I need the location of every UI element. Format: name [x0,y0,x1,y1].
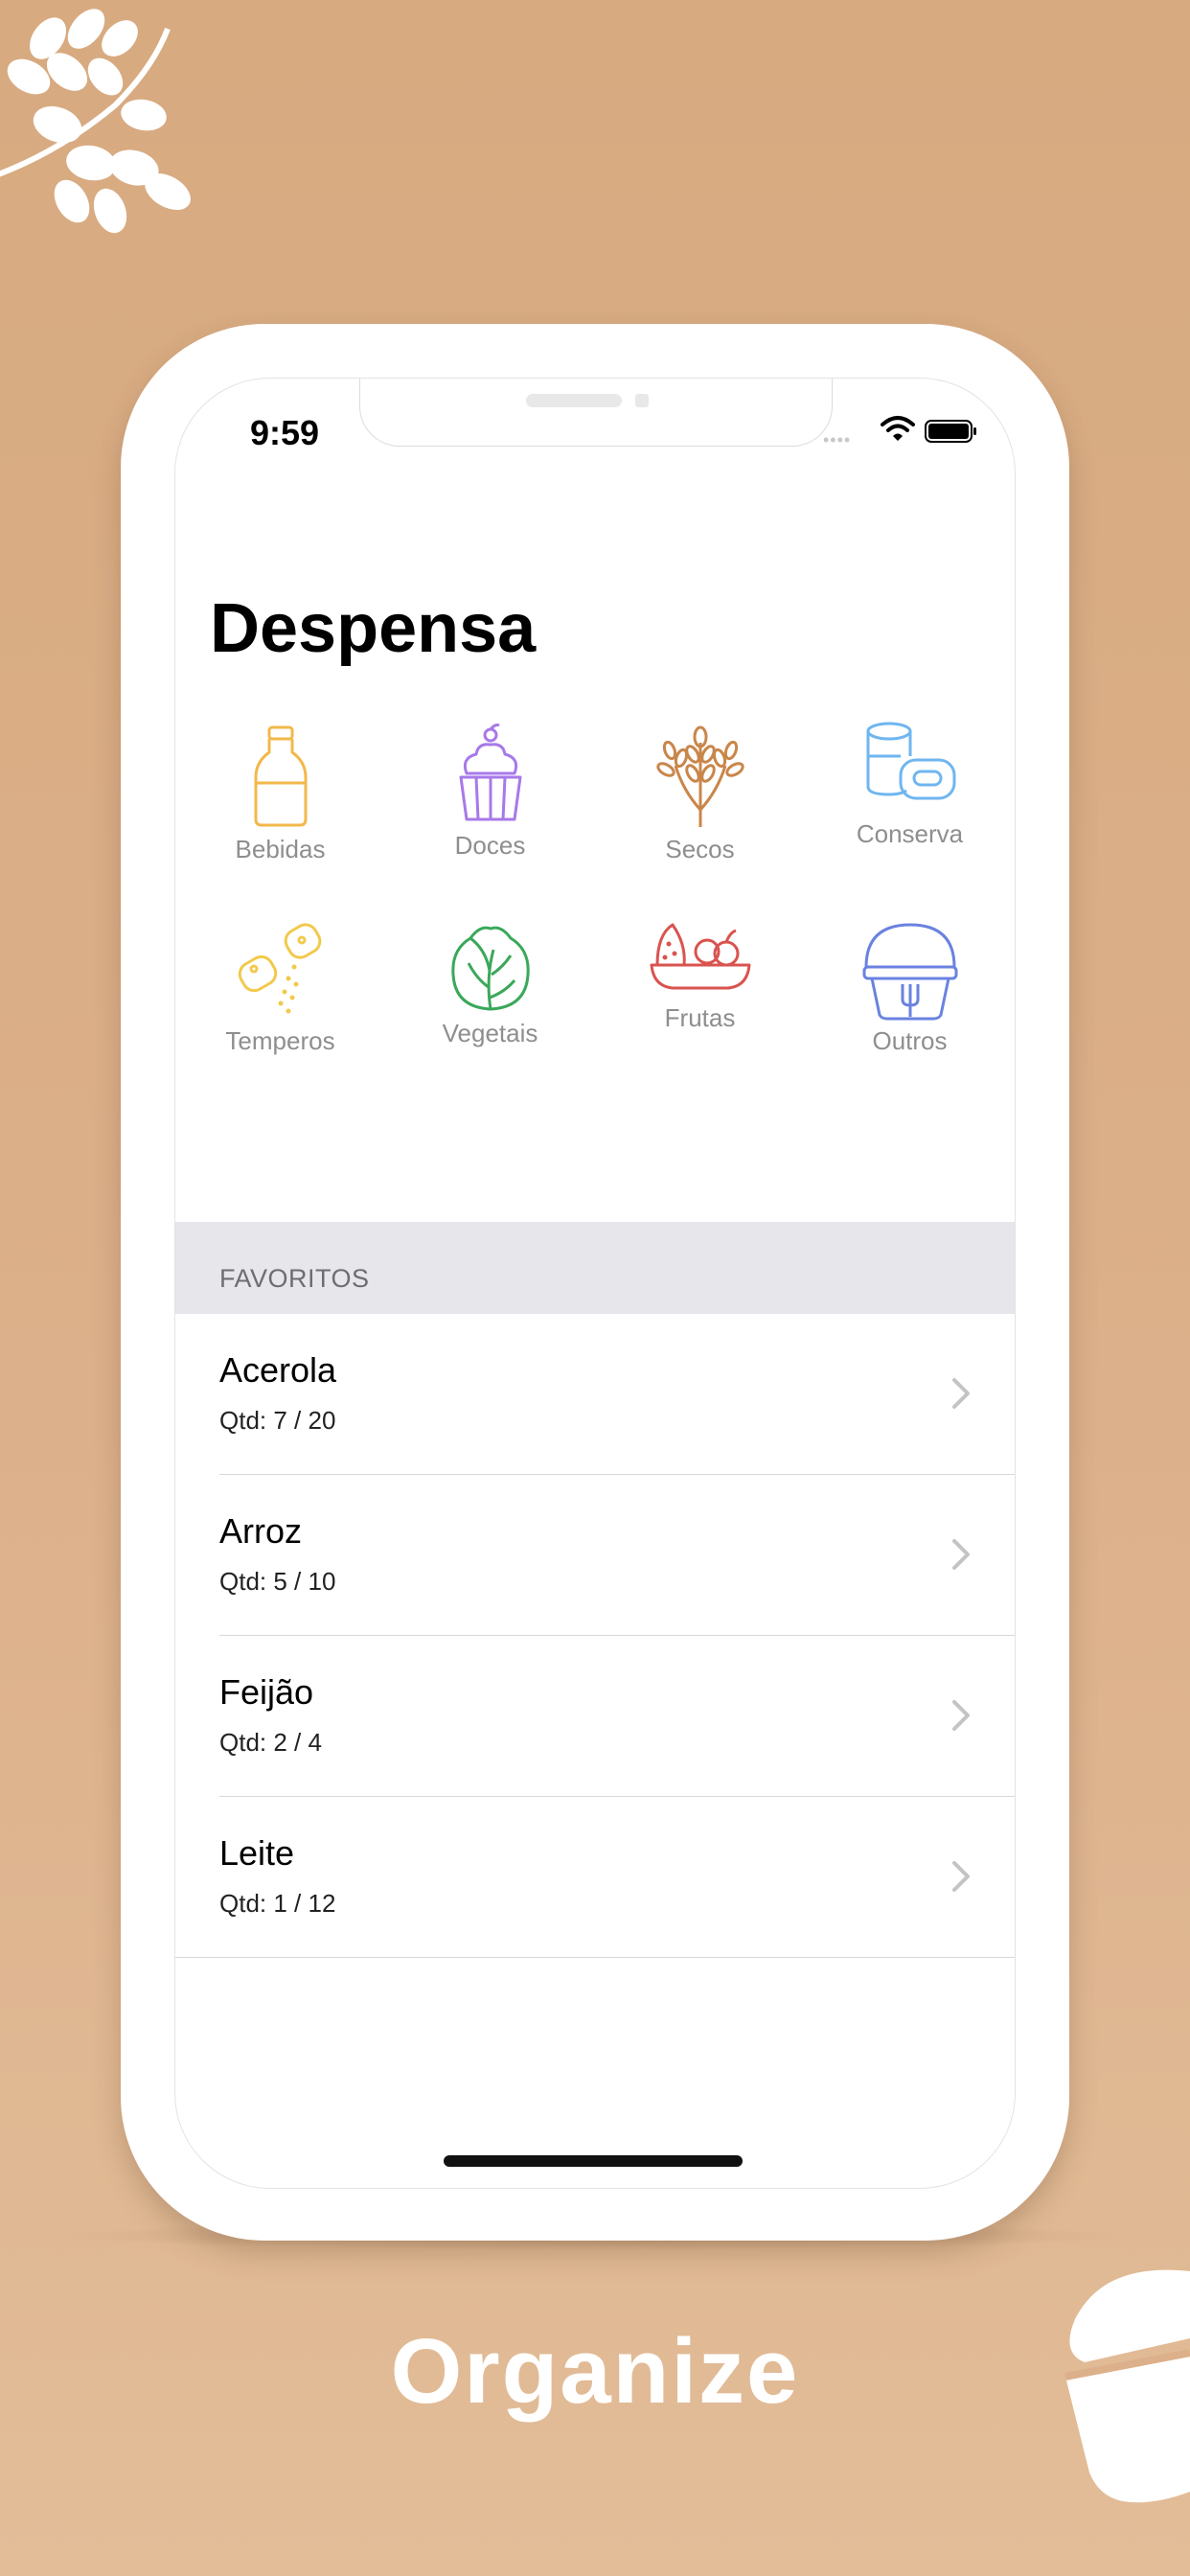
milk-bottle-icon [254,725,307,827]
category-bebidas[interactable]: Bebidas [175,724,385,896]
lunchbox-icon [862,923,957,1021]
category-label: Bebidas [235,835,326,863]
chevron-right-icon [952,1700,970,1731]
list-item[interactable]: Arroz Qtd: 5 / 10 [175,1475,1015,1636]
favorites-list: Acerola Qtd: 7 / 20 Arroz Qtd: 5 / 10 Fe… [175,1314,1015,1958]
salt-pepper-icon [238,923,321,1014]
category-secos[interactable]: Secos [595,724,805,896]
list-item[interactable]: Feijão Qtd: 2 / 4 [175,1636,1015,1797]
home-indicator[interactable] [444,2155,743,2167]
item-name: Leite [219,1833,295,1873]
category-label: Frutas [664,1003,736,1032]
speaker [526,394,622,407]
chevron-right-icon [952,1539,970,1570]
item-quantity: Qtd: 1 / 12 [219,1889,336,1918]
favorites-header: FAVORITOS [175,1222,1015,1314]
list-item[interactable]: Acerola Qtd: 7 / 20 [175,1314,1015,1475]
category-doces[interactable]: Doces [385,724,595,896]
category-grid: Bebidas Doces Secos Conserva Temperos Ve… [175,722,1015,1088]
category-frutas[interactable]: Frutas [595,921,805,1093]
category-vegetais[interactable]: Vegetais [385,921,595,1093]
category-temperos[interactable]: Temperos [175,921,385,1093]
chevron-right-icon [952,1861,970,1892]
notch [359,379,833,447]
category-outros[interactable]: Outros [805,921,1015,1093]
page-title: Despensa [210,590,537,667]
category-conserva[interactable]: Conserva [805,718,1015,890]
lettuce-icon [450,926,530,1011]
divider [175,1957,1015,1958]
category-label: Conserva [856,819,964,848]
app-screen: 9:59 •••• Despensa Bebidas Doces Secos C… [174,378,1016,2189]
status-time: 9:59 [250,413,320,452]
item-name: Arroz [219,1511,303,1551]
signal-icon: •••• [823,430,852,449]
item-name: Feijão [219,1672,314,1712]
chevron-right-icon [952,1378,970,1409]
camera [635,394,649,407]
list-item[interactable]: Leite Qtd: 1 / 12 [175,1797,1015,1958]
favorites-title: FAVORITOS [219,1264,370,1293]
cans-icon [866,722,955,800]
fruit-bowl-icon [650,923,750,990]
item-name: Acerola [219,1350,337,1390]
category-label: Doces [454,831,526,860]
wheat-icon [655,725,744,827]
cupcake-icon [459,724,521,821]
phone-frame: 9:59 •••• Despensa Bebidas Doces Secos C… [121,324,1069,2241]
status-icons: •••• [823,415,976,449]
item-quantity: Qtd: 2 / 4 [219,1728,322,1757]
category-label: Temperos [225,1026,335,1055]
wifi-icon [881,416,915,441]
category-label: Vegetais [442,1019,538,1047]
category-label: Secos [665,835,735,863]
wheat-decoration-icon [0,9,191,234]
battery-icon [925,420,976,443]
promo-caption: Organize [390,2320,800,2423]
item-quantity: Qtd: 5 / 10 [219,1567,336,1596]
item-quantity: Qtd: 7 / 20 [219,1406,336,1435]
category-label: Outros [872,1026,948,1055]
